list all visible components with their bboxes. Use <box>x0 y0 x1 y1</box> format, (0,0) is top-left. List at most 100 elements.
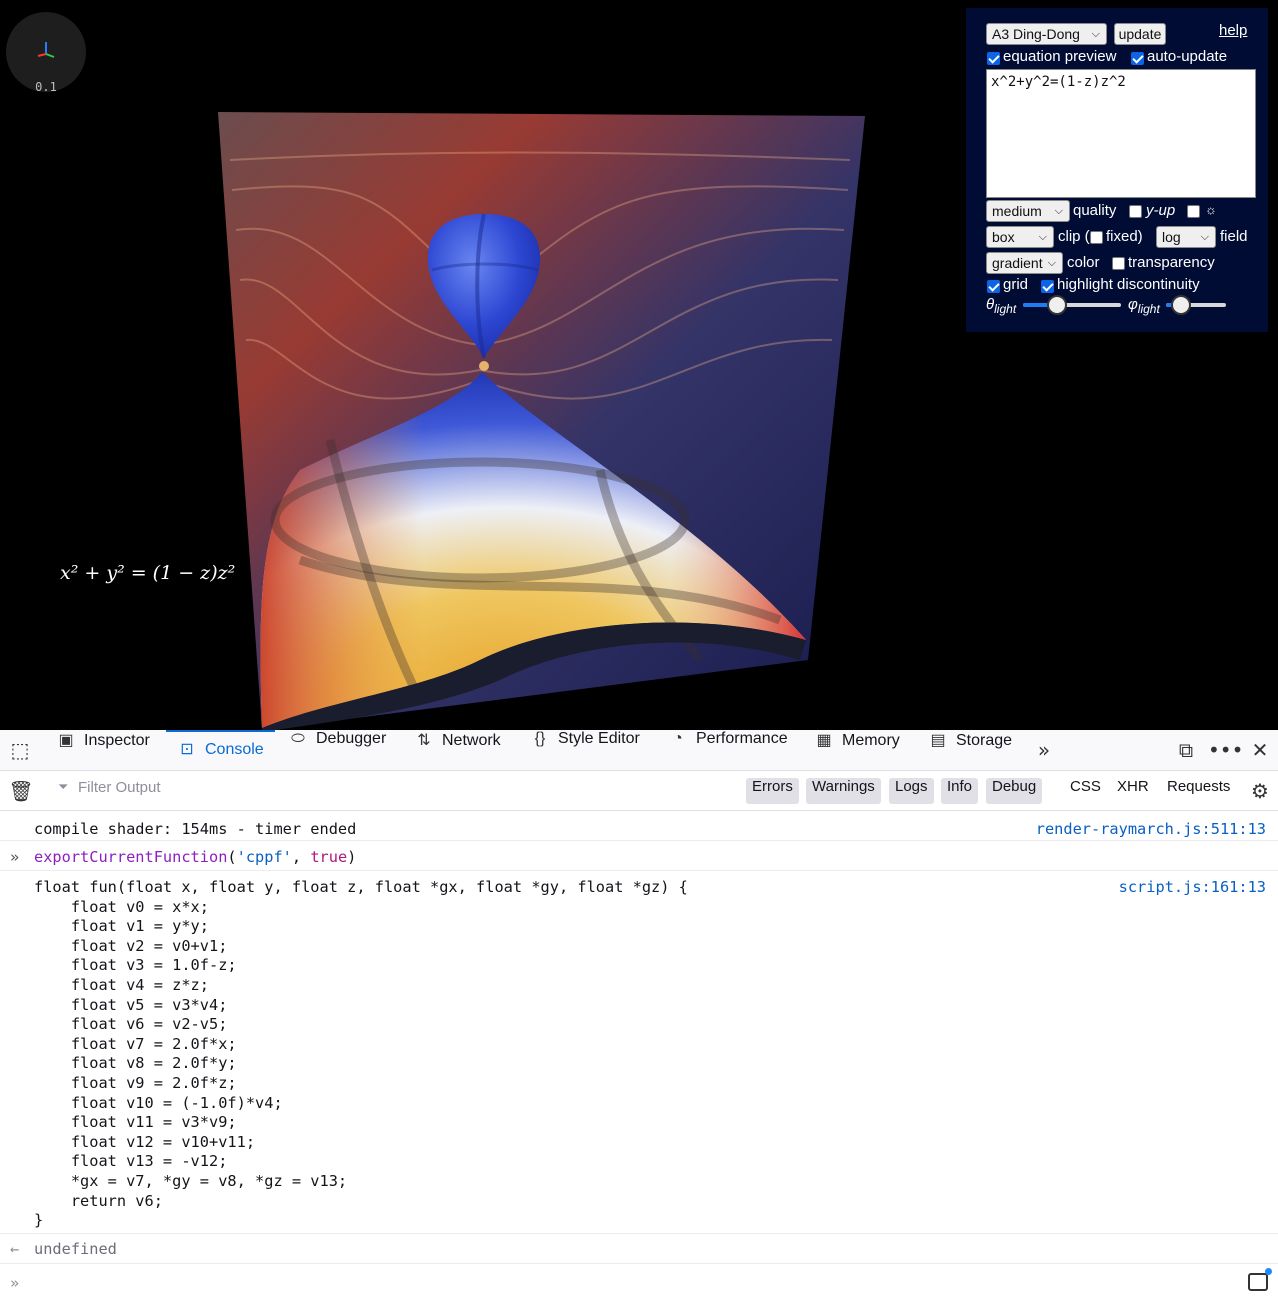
tab-network[interactable]: ⇅ Network <box>414 730 500 771</box>
timer-message-text: compile shader: 154ms - timer ended <box>34 820 357 838</box>
code-line: float v2 = v0+v1; <box>34 936 228 955</box>
filter-output-placeholder: Filter Output <box>78 779 161 796</box>
tab-performance[interactable]: ◔ Performance <box>668 730 787 771</box>
style-editor-icon: {} <box>534 730 546 747</box>
notification-dot <box>1265 1268 1272 1275</box>
auto-update-label: auto-update <box>1147 48 1228 65</box>
console-result: ← undefined <box>0 1235 1278 1264</box>
code-line: float v9 = 2.0f*z; <box>34 1073 237 1092</box>
console-message-code: float fun(float x, float y, float z, flo… <box>0 872 1278 1234</box>
auto-update-checkbox[interactable] <box>1131 52 1144 65</box>
console-icon: ⊡ <box>180 741 194 758</box>
help-link[interactable]: help <box>1219 22 1247 39</box>
console-message-timer: compile shader: 154ms - timer ended rend… <box>0 812 1278 841</box>
filter-funnel-icon: ⏷ <box>58 779 69 794</box>
field-label: field <box>1220 228 1248 245</box>
code-line: } <box>34 1211 44 1230</box>
theta-slider-thumb[interactable] <box>1047 295 1068 315</box>
code-line: float v12 = v10+v11; <box>34 1132 256 1151</box>
more-options-icon[interactable]: ••• <box>1208 730 1243 771</box>
network-icon: ⇅ <box>417 732 431 749</box>
y-up-label: y-up <box>1146 202 1176 219</box>
devtools-toolbar: ⬚ ▣ Inspector ⊡ Console ⬭ Debugger ⇅ Network… <box>0 730 1278 771</box>
tab-memory[interactable]: ▦ Memory <box>814 730 899 771</box>
exported-code-block: float fun(float x, float y, float z, flo… <box>34 878 688 1231</box>
code-line: float v11 = v3*v9; <box>34 1113 237 1132</box>
console-input-command: » exportCurrentFunction('cppf', true) <box>0 842 1278 871</box>
console-filter-bar: 🗑 ⏷ Filter Output Errors Warnings Logs I… <box>0 771 1278 811</box>
filter-debug-button[interactable]: Debug <box>986 778 1043 804</box>
code-line: float fun(float x, float y, float z, flo… <box>34 878 688 896</box>
debugger-icon: ⬭ <box>291 730 305 747</box>
quality-label: quality <box>1073 202 1117 219</box>
highlight-discontinuity-checkbox[interactable] <box>1041 280 1054 293</box>
phi-light-slider[interactable] <box>1166 295 1226 315</box>
code-line: *gx = v7, *gy = v8, *gz = v13; <box>34 1171 348 1190</box>
filter-info-button[interactable]: Info <box>941 778 979 804</box>
code-line: float v3 = 1.0f-z; <box>34 956 237 975</box>
fixed-checkbox[interactable] <box>1090 231 1103 244</box>
quality-select-value: medium <box>992 203 1042 219</box>
y-up-checkbox[interactable] <box>1129 205 1142 218</box>
highlight-discontinuity-label: highlight discontinuity <box>1057 276 1200 293</box>
clip-select[interactable]: box ⌵ <box>986 226 1054 248</box>
update-button[interactable]: update <box>1114 23 1166 45</box>
prompt-chevron-icon: » <box>10 1274 20 1292</box>
filter-xhr-button[interactable]: XHR <box>1111 778 1155 804</box>
equation-input[interactable]: x^2+y^2=(1-z)z^2 <box>986 69 1256 198</box>
equation-preview: x² + y² = (1 − z)z² <box>60 562 236 584</box>
more-tabs-chevron-icon[interactable]: » <box>1032 730 1056 771</box>
input-command-text: exportCurrentFunction('cppf', true) <box>34 848 357 866</box>
devtools-panel: ⬚ ▣ Inspector ⊡ Console ⬭ Debugger ⇅ Network… <box>0 730 1278 1305</box>
transparency-label: transparency <box>1128 254 1215 271</box>
fixed-label: fixed) <box>1106 228 1143 245</box>
close-icon[interactable]: ✕ <box>1246 730 1274 771</box>
grid-checkbox[interactable] <box>987 280 1000 293</box>
filter-requests-button[interactable]: Requests <box>1161 778 1236 804</box>
color-label: color <box>1067 254 1100 271</box>
transparency-checkbox[interactable] <box>1112 257 1125 270</box>
tab-storage[interactable]: ▤ Storage <box>928 730 1012 771</box>
phi-light-label: φlight <box>1128 296 1160 316</box>
color-select[interactable]: gradient ⌵ <box>986 252 1063 274</box>
code-line: float v10 = (-1.0f)*v4; <box>34 1093 283 1112</box>
tab-console[interactable]: ⊡ Console <box>166 730 275 771</box>
equation-preview-label: equation preview <box>1003 48 1117 65</box>
filter-output-input[interactable]: ⏷ Filter Output <box>58 779 728 803</box>
filter-logs-button[interactable]: Logs <box>889 778 934 804</box>
tab-style-editor[interactable]: {} Style Editor <box>530 730 640 771</box>
grid-label: grid <box>1003 276 1029 293</box>
field-select-value: log <box>1162 229 1181 245</box>
element-picker-icon[interactable]: ⬚ <box>6 730 34 771</box>
sidebar-toggle-icon[interactable] <box>1248 1268 1272 1291</box>
phi-slider-thumb[interactable] <box>1171 295 1191 315</box>
responsive-design-icon[interactable]: ⧉ <box>1172 730 1200 771</box>
code-message-source-link[interactable]: script.js:161:13 <box>1119 878 1266 898</box>
theta-light-label: θlight <box>986 296 1017 316</box>
preset-select[interactable]: A3 Ding-Dong ⌵ <box>986 23 1107 45</box>
field-select[interactable]: log ⌵ <box>1156 226 1216 248</box>
console-settings-gear-icon[interactable]: ⚙ <box>1246 771 1274 811</box>
theta-light-slider[interactable] <box>1023 295 1121 315</box>
code-line: float v6 = v2-v5; <box>34 1015 228 1034</box>
code-line: float v7 = 2.0f*x; <box>34 1034 237 1053</box>
clear-console-trash-icon[interactable]: 🗑 <box>8 771 34 811</box>
chevron-down-icon: ⌵ <box>1047 257 1056 269</box>
filter-errors-button[interactable]: Errors <box>746 778 799 804</box>
tab-debugger[interactable]: ⬭ Debugger <box>288 730 386 771</box>
equation-preview-checkbox[interactable] <box>987 52 1000 65</box>
timer-message-source-link[interactable]: render-raymarch.js:511:13 <box>1036 820 1266 840</box>
scale-label: 0.1 <box>35 80 57 94</box>
code-line: float v8 = 2.0f*y; <box>34 1054 237 1073</box>
axes-orientation-widget[interactable]: 0.1 <box>6 12 86 94</box>
chevron-down-icon: ⌵ <box>1200 231 1209 243</box>
code-line: float v4 = z*z; <box>34 975 209 994</box>
filter-css-button[interactable]: CSS <box>1064 778 1107 804</box>
chevron-down-icon: ⌵ <box>1054 205 1063 217</box>
sun-checkbox[interactable] <box>1187 205 1200 218</box>
code-line: float v5 = v3*v4; <box>34 995 228 1014</box>
filter-warnings-button[interactable]: Warnings <box>806 778 881 804</box>
quality-select[interactable]: medium ⌵ <box>986 200 1070 222</box>
console-prompt[interactable]: » <box>0 1265 1278 1303</box>
tab-inspector[interactable]: ▣ Inspector <box>56 730 149 771</box>
